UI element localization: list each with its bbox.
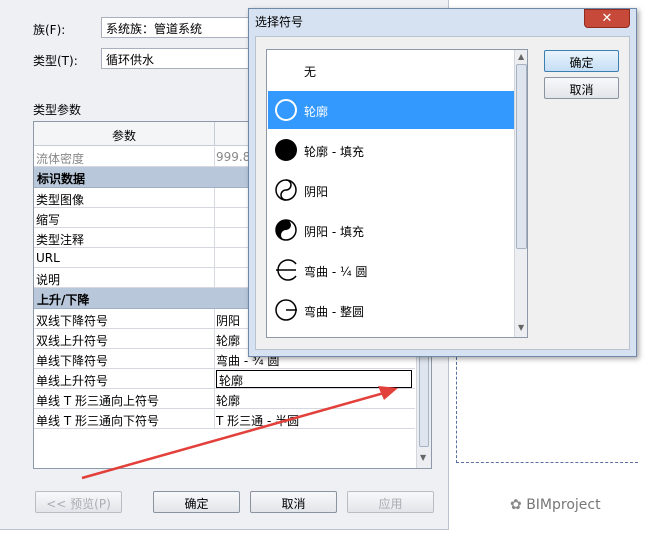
watermark-text: BIMproject — [526, 497, 601, 513]
watermark: ✿ BIMproject — [510, 497, 601, 513]
wechat-icon: ✿ — [510, 497, 527, 513]
annotation-arrow — [81, 386, 398, 480]
